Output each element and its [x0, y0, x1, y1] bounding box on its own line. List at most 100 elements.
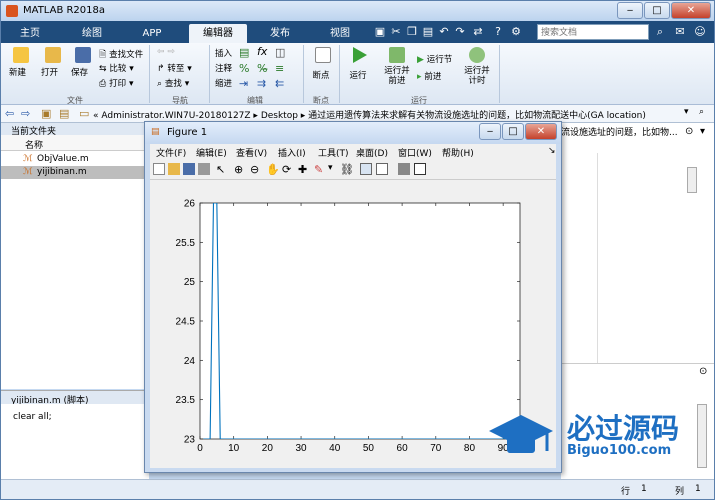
- browse-folder-icon[interactable]: ▤: [59, 107, 69, 120]
- run-button[interactable]: 运行: [349, 47, 367, 81]
- help-icon[interactable]: ?: [491, 24, 505, 40]
- current-folder-header: 当前文件夹: [1, 123, 149, 137]
- figure-close-button[interactable]: ✕: [525, 123, 557, 140]
- find-button[interactable]: ⌕ 查找 ▾: [157, 77, 189, 89]
- tab-home[interactable]: 主页: [7, 24, 53, 43]
- data-cursor-icon[interactable]: ✚: [298, 163, 307, 176]
- brush-icon[interactable]: ✎: [314, 163, 323, 176]
- list-item[interactable]: ℳ ObjValue.m: [1, 153, 149, 166]
- goto-button[interactable]: ↱ 转至 ▾: [157, 62, 192, 74]
- dropdown-icon[interactable]: ▾: [700, 126, 705, 137]
- menu-view[interactable]: 查看(V): [236, 146, 267, 159]
- x-tick-label: 50: [363, 443, 375, 454]
- wrap-comments-icon[interactable]: ≡: [275, 62, 284, 75]
- run-and-time-button[interactable]: 运行并 计时: [461, 47, 493, 86]
- menu-desktop[interactable]: 桌面(D): [356, 146, 388, 159]
- tab-publish[interactable]: 发布: [257, 24, 303, 43]
- copy-icon[interactable]: ❐: [405, 24, 419, 40]
- uncomment-icon[interactable]: %̶: [257, 62, 267, 75]
- hide-plot-tools-icon[interactable]: [398, 163, 410, 175]
- zoom-out-icon[interactable]: ⊖: [250, 163, 259, 176]
- cut-icon[interactable]: ✂: [389, 24, 403, 40]
- comment-percent-icon[interactable]: %: [239, 62, 249, 75]
- name-column-header[interactable]: 名称: [25, 138, 43, 151]
- decrease-indent-icon[interactable]: ⇇: [275, 77, 284, 90]
- tab-plots[interactable]: 绘图: [69, 24, 115, 43]
- paste-icon[interactable]: ▤: [421, 24, 435, 40]
- tab-apps[interactable]: APP: [129, 24, 175, 43]
- minimize-button[interactable]: ‒: [617, 2, 643, 19]
- run-and-advance-button[interactable]: 运行并 前进: [381, 47, 413, 86]
- indent-button[interactable]: 缩进: [215, 77, 232, 89]
- save-button[interactable]: 保存: [71, 47, 91, 78]
- current-path[interactable]: « Administrator.WIN7U-20180127Z ▸ Deskto…: [93, 108, 646, 121]
- zoom-in-icon[interactable]: ⊕: [234, 163, 243, 176]
- menu-file[interactable]: 文件(F): [156, 146, 186, 159]
- compare-button[interactable]: ⇆ 比较 ▾: [99, 62, 134, 74]
- breakpoints-button[interactable]: 断点: [311, 47, 331, 81]
- list-item[interactable]: ℳ yijibinan.m: [1, 166, 149, 179]
- save-figure-icon[interactable]: [183, 163, 195, 175]
- search-documentation-input[interactable]: [537, 24, 649, 40]
- y-tick-label: 24.5: [176, 317, 196, 328]
- title-bar[interactable]: MATLAB R2018a ‒ □ ✕: [1, 1, 714, 21]
- scrollbar-thumb[interactable]: [687, 167, 697, 193]
- up-folder-icon[interactable]: ▣: [41, 107, 51, 120]
- tab-editor[interactable]: 编辑器: [189, 24, 247, 43]
- figure-maximize-button[interactable]: □: [502, 123, 524, 140]
- back-arrow-icon[interactable]: ⇦: [5, 107, 14, 120]
- increase-indent-icon[interactable]: ⇉: [257, 77, 266, 90]
- figure-title-bar[interactable]: ▤ Figure 1 ‒ □ ✕: [145, 122, 561, 144]
- brush-dropdown-icon[interactable]: ▾: [328, 163, 333, 173]
- search-icon[interactable]: ⌕: [653, 24, 667, 40]
- command-window-options-icon[interactable]: ⊙: [699, 366, 707, 377]
- nav-section-label: 导航: [172, 96, 188, 105]
- advance-button[interactable]: ▸ 前进: [417, 70, 441, 82]
- undo-icon[interactable]: ↶: [437, 24, 451, 40]
- save-icon[interactable]: ▣: [373, 24, 387, 40]
- legend-icon[interactable]: [376, 163, 388, 175]
- colorbar-icon[interactable]: [360, 163, 372, 175]
- new-figure-icon[interactable]: [153, 163, 165, 175]
- redo-icon[interactable]: ↷: [453, 24, 467, 40]
- arrow-pointer-icon[interactable]: ↖: [216, 163, 225, 176]
- customize-icon[interactable]: ⚙: [509, 24, 523, 40]
- maximize-button[interactable]: □: [644, 2, 670, 19]
- options-icon[interactable]: ⊙: [685, 126, 693, 137]
- path-dropdown-icon[interactable]: ▾: [684, 107, 689, 117]
- insert-button[interactable]: 插入: [215, 47, 232, 59]
- print-button[interactable]: ⎙ 打印 ▾: [99, 77, 133, 89]
- run-section-button[interactable]: ▶ 运行节: [417, 53, 452, 65]
- open-button[interactable]: 打开: [41, 47, 61, 78]
- y-tick-label: 24: [184, 356, 196, 367]
- notification-icon[interactable]: ✉: [673, 24, 687, 40]
- menu-window[interactable]: 窗口(W): [398, 146, 432, 159]
- search-path-icon[interactable]: ⌕: [699, 107, 704, 117]
- smart-indent-icon[interactable]: ⇥: [239, 77, 248, 90]
- function-icon[interactable]: fx: [257, 45, 267, 58]
- forward-arrow-icon[interactable]: ⇨: [21, 107, 30, 120]
- find-files-button[interactable]: 🗎 查找文件: [99, 47, 143, 63]
- comment-button[interactable]: 注释: [215, 62, 232, 74]
- editor-area[interactable]: 流设施选址的问题，比如物... ⊙ ▾: [561, 123, 714, 363]
- switch-windows-icon[interactable]: ⇄: [471, 24, 485, 40]
- menu-edit[interactable]: 编辑(E): [196, 146, 227, 159]
- new-button[interactable]: 新建: [9, 47, 29, 78]
- insert-function-icon[interactable]: ◫: [275, 46, 285, 59]
- pan-hand-icon[interactable]: ✋: [266, 163, 280, 176]
- figure-minimize-button[interactable]: ‒: [479, 123, 501, 140]
- print-figure-icon[interactable]: [198, 163, 210, 175]
- open-file-icon[interactable]: [168, 163, 180, 175]
- close-button[interactable]: ✕: [671, 2, 711, 19]
- menu-help[interactable]: 帮助(H): [442, 146, 474, 159]
- rotate-3d-icon[interactable]: ⟳: [282, 163, 291, 176]
- link-plot-icon[interactable]: ⛓: [340, 163, 354, 176]
- back-forward-icon[interactable]: ⇦ ⇨: [157, 47, 175, 57]
- show-plot-tools-icon[interactable]: [414, 163, 426, 175]
- menu-insert[interactable]: 插入(I): [278, 146, 306, 159]
- tab-view[interactable]: 视图: [317, 24, 363, 43]
- insert-section-icon[interactable]: ▤: [239, 46, 249, 59]
- menu-tools[interactable]: 工具(T): [318, 146, 349, 159]
- account-icon[interactable]: ☺: [693, 24, 707, 40]
- menu-dock-icon[interactable]: ↘: [548, 146, 556, 156]
